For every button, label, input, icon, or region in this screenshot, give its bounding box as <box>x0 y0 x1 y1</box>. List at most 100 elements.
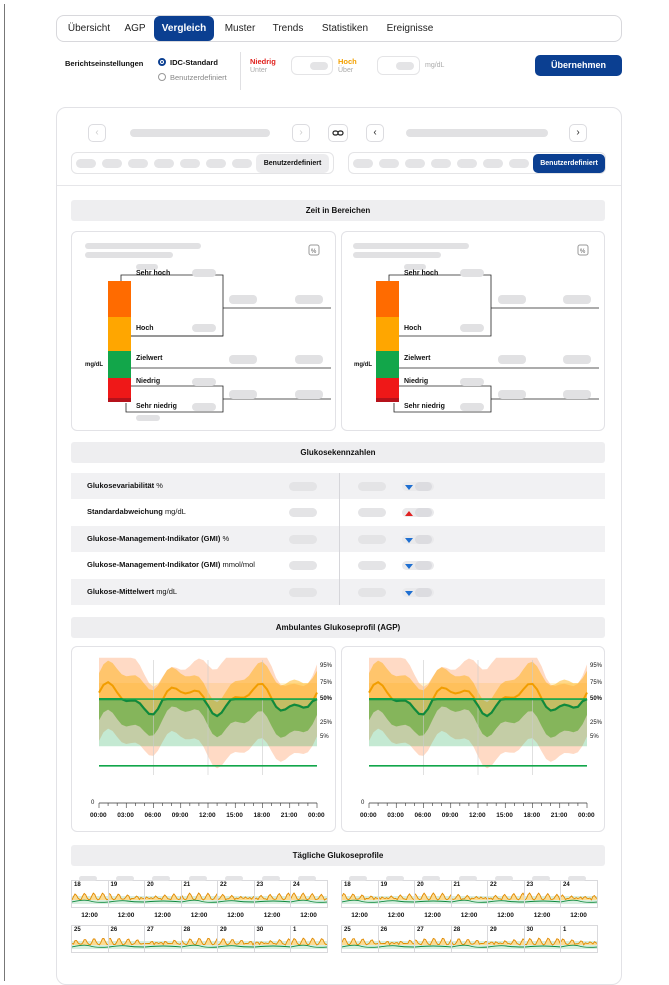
left-next-period-button[interactable]: › <box>292 124 310 142</box>
noon-label: 12:00 <box>263 912 281 919</box>
day-profile-cell[interactable]: 18 <box>341 880 379 908</box>
high-threshold-input[interactable] <box>377 56 420 75</box>
agp-x-tick: 12:00 <box>199 812 216 819</box>
metric-trend-badge <box>402 534 434 544</box>
day-number: 18 <box>74 882 81 888</box>
day-number: 19 <box>380 882 388 888</box>
radio-idc-standard[interactable] <box>158 58 166 66</box>
day-profile-cell[interactable]: 28 <box>450 925 488 953</box>
left-label-very-low: Sehr niedrig <box>136 403 177 410</box>
agp-title: Ambulantes Glukoseprofil (AGP) <box>71 617 605 638</box>
day-profile-cell[interactable]: 1 <box>290 925 328 953</box>
day-profile-cell[interactable]: 21 <box>180 880 218 908</box>
day-number: 24 <box>563 882 570 888</box>
day-profile-cell[interactable]: 24 <box>290 880 328 908</box>
tab-statistics[interactable]: Statistiken <box>314 16 376 41</box>
day-profile-cell[interactable]: 29 <box>487 925 525 953</box>
right-unit-label: mg/dL <box>354 362 372 368</box>
day-profile-cell[interactable]: 25 <box>71 925 109 953</box>
threshold-unit: mg/dL <box>425 62 445 69</box>
metric-right-value <box>358 587 386 597</box>
metric-name: Glukose-Management-Indikator (GMI) % <box>87 533 230 543</box>
metric-left-value <box>289 482 317 491</box>
daily-title: Tägliche Glukoseprofile <box>71 845 605 866</box>
metric-trend-badge <box>402 587 434 597</box>
metric-row: Glukose-Mittelwert mg/dL <box>71 578 605 605</box>
day-profile-cell[interactable]: 19 <box>107 880 145 908</box>
right-label-high: Hoch <box>404 325 422 332</box>
right-next-period-button[interactable]: › <box>569 124 587 142</box>
metric-right-value <box>358 482 386 491</box>
tab-events[interactable]: Ereignisse <box>379 16 441 41</box>
low-threshold-input[interactable] <box>291 56 333 75</box>
tab-compare[interactable]: Vergleich <box>154 16 214 41</box>
day-profile-cell[interactable]: 30 <box>253 925 291 953</box>
day-number: 1 <box>563 927 567 933</box>
agp-percentile-label: 50% <box>590 696 603 703</box>
day-number: 29 <box>220 927 227 933</box>
day-number: 30 <box>526 927 534 933</box>
left-label-high: Hoch <box>136 325 154 332</box>
metric-name: Glukose-Mittelwert mg/dL <box>87 586 178 596</box>
tab-trends[interactable]: Trends <box>265 16 311 41</box>
day-profile-cell[interactable]: 18 <box>71 880 109 908</box>
right-custom-range-chip[interactable]: Benutzerdefiniert <box>533 154 605 173</box>
agp-x-tick: 09:00 <box>441 812 459 819</box>
metric-left-value <box>289 587 317 597</box>
tab-overview[interactable]: Übersicht <box>63 16 115 41</box>
radio-custom[interactable] <box>158 73 166 81</box>
link-icon[interactable] <box>328 124 348 142</box>
day-profile-cell[interactable]: 19 <box>377 880 415 908</box>
noon-label: 12:00 <box>570 912 587 919</box>
day-profile-cell[interactable]: 22 <box>217 880 255 908</box>
agp-percentile-label: 95% <box>590 662 603 669</box>
day-profile-cell[interactable]: 25 <box>341 925 379 953</box>
low-threshold-sub: Unter <box>250 67 268 74</box>
noon-label: 12:00 <box>117 912 135 919</box>
day-profile-cell[interactable]: 23 <box>253 880 291 908</box>
day-profile-cell[interactable]: 30 <box>523 925 561 953</box>
agp-percentile-label: 75% <box>320 680 333 686</box>
day-profile-cell[interactable]: 23 <box>523 880 561 908</box>
metrics-title: Glukosekennzahlen <box>71 442 605 463</box>
metric-row: Glukosevariabilität % <box>71 473 605 499</box>
metric-name: Glukosevariabilität % <box>87 481 163 490</box>
day-profile-cell[interactable]: 27 <box>414 925 452 953</box>
day-profile-cell[interactable]: 26 <box>377 925 415 953</box>
day-profile-cell[interactable]: 27 <box>144 925 182 953</box>
metrics-divider <box>339 473 340 605</box>
svg-text:%: % <box>311 249 317 255</box>
day-number: 26 <box>380 927 388 933</box>
day-profile-cell[interactable]: 28 <box>180 925 218 953</box>
left-prev-period-button[interactable]: ‹ <box>88 124 106 142</box>
metric-name: Glukose-Management-Indikator (GMI) mmol/… <box>87 560 255 570</box>
tab-patterns[interactable]: Muster <box>217 16 263 41</box>
day-number: 20 <box>147 882 154 888</box>
left-agp-chart: 95% 75% 50% 25% 5% 0 00:00 03:00 06:00 09:00 12:00… <box>71 646 336 832</box>
left-daily-profiles: 18 19 20 21 22 23 24 12:00 12:00 12:00 12:00 12:00 1… <box>71 876 336 960</box>
day-profile-cell[interactable]: 1 <box>560 925 598 953</box>
right-prev-period-button[interactable]: ‹ <box>366 124 384 142</box>
metric-trend-badge <box>402 482 434 491</box>
day-number: 27 <box>147 927 154 933</box>
tab-agp[interactable]: AGP <box>117 16 153 41</box>
day-profile-cell[interactable]: 29 <box>217 925 255 953</box>
noon-label: 12:00 <box>300 912 317 919</box>
day-number: 25 <box>344 927 351 933</box>
left-custom-range-chip[interactable]: Benutzerdefiniert <box>256 154 329 173</box>
apply-button[interactable]: Übernehmen <box>535 55 622 76</box>
left-label-low: Niedrig <box>136 378 161 385</box>
report-tabs: Übersicht AGP Vergleich Muster Trends St… <box>56 15 622 42</box>
agp-x-tick: 15:00 <box>496 812 513 819</box>
metric-trend-badge <box>402 561 434 571</box>
panel-divider <box>57 185 621 186</box>
day-profile-cell[interactable]: 26 <box>107 925 145 953</box>
day-profile-cell[interactable]: 22 <box>487 880 525 908</box>
day-profile-cell[interactable]: 20 <box>414 880 452 908</box>
day-profile-cell[interactable]: 24 <box>560 880 598 908</box>
day-number: 21 <box>453 882 461 888</box>
day-profile-cell[interactable]: 21 <box>450 880 488 908</box>
day-profile-cell[interactable]: 20 <box>144 880 182 908</box>
settings-title: Berichtseinstellungen <box>65 59 144 68</box>
right-daily-profiles: 18 19 20 21 22 23 24 12:00 12:00 12:00 12:00 12:00 1… <box>341 876 605 960</box>
